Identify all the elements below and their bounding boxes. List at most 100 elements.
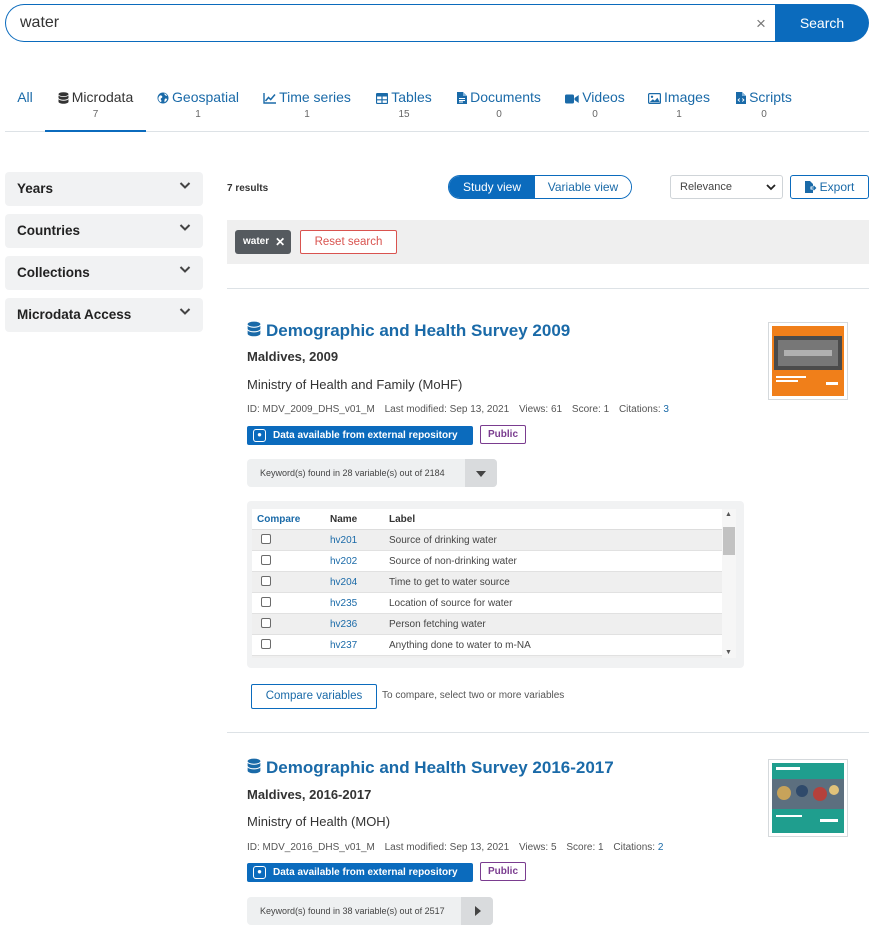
facet-collections[interactable]: Collections: [5, 256, 203, 290]
tab-tables[interactable]: Tables 15: [374, 86, 434, 132]
variable-label: Anything done to water to m-NA: [389, 640, 531, 651]
globe-icon: [157, 92, 169, 104]
study-score: Score: 1: [566, 842, 604, 853]
study-modified: Last modified: Sep 13, 2021: [384, 404, 510, 415]
clear-search-icon[interactable]: ×: [753, 15, 769, 32]
remove-filter-icon[interactable]: ✕: [275, 230, 285, 254]
compare-checkbox[interactable]: [261, 618, 271, 628]
caret-right-icon: [475, 906, 481, 916]
study-cover-thumbnail[interactable]: [768, 759, 848, 837]
chevron-down-icon: [179, 224, 191, 231]
external-repository-badge[interactable]: ● Data available from external repositor…: [247, 426, 473, 445]
expand-toggle: [461, 897, 493, 925]
tab-count: 1: [304, 109, 310, 120]
variable-name-link[interactable]: hv202: [330, 556, 357, 567]
label-column-header: Label: [389, 514, 416, 525]
table-scrollbar[interactable]: ▲ ▼: [722, 509, 736, 658]
keyword-variables-toggle[interactable]: Keyword(s) found in 28 variable(s) out o…: [247, 459, 497, 487]
external-repository-badge[interactable]: ● Data available from external repositor…: [247, 863, 473, 882]
results-count: 7 results: [227, 183, 269, 194]
tab-label: Documents: [470, 89, 541, 105]
study-citations-link[interactable]: 2: [658, 842, 664, 853]
study-cover-thumbnail[interactable]: [768, 322, 848, 400]
compare-checkbox[interactable]: [261, 639, 271, 649]
tab-scripts[interactable]: Scripts 0: [734, 86, 794, 132]
search-button[interactable]: Search: [775, 4, 869, 42]
scrollbar-thumb[interactable]: [723, 527, 735, 555]
facet-years[interactable]: Years: [5, 172, 203, 206]
line-chart-icon: [263, 93, 277, 104]
study-title-link[interactable]: Demographic and Health Survey 2016-2017: [247, 758, 614, 778]
filter-chip-label: water: [243, 236, 270, 247]
cover-image: [772, 326, 844, 396]
public-badge: Public: [480, 862, 527, 881]
study-title-link[interactable]: Demographic and Health Survey 2009: [247, 321, 570, 341]
tab-label: Tables: [391, 89, 432, 105]
study-meta: ID: MDV_2009_DHS_v01_M Last modified: Se…: [247, 404, 669, 415]
data-type-tabs: All Microdata 7 Geospatial 1 Time series…: [5, 86, 869, 132]
search-input[interactable]: [5, 4, 795, 42]
study-organization: Ministry of Health (MOH): [247, 814, 391, 829]
compare-checkbox[interactable]: [261, 534, 271, 544]
public-badge: Public: [480, 425, 527, 444]
facet-countries[interactable]: Countries: [5, 214, 203, 248]
variable-view-button[interactable]: Variable view: [535, 176, 631, 198]
keyword-variables-toggle[interactable]: Keyword(s) found in 38 variable(s) out o…: [247, 897, 493, 925]
export-button[interactable]: Export: [790, 175, 869, 199]
compare-checkbox[interactable]: [261, 576, 271, 586]
study-view-button[interactable]: Study view: [449, 176, 535, 198]
variable-name-link[interactable]: hv236: [330, 619, 357, 630]
table-row: hv202 Source of non-drinking water: [252, 551, 722, 572]
tab-images[interactable]: Images 1: [648, 86, 710, 132]
tab-time-series[interactable]: Time series 1: [263, 86, 351, 132]
divider: [227, 732, 869, 733]
compare-checkbox[interactable]: [261, 555, 271, 565]
scroll-down-icon[interactable]: ▼: [725, 649, 732, 656]
tab-all[interactable]: All: [15, 86, 35, 132]
tab-geospatial[interactable]: Geospatial 1: [157, 86, 239, 132]
tab-microdata[interactable]: Microdata 7: [45, 86, 146, 132]
tab-label: Time series: [279, 89, 351, 105]
variable-label: Location of source for water: [389, 598, 513, 609]
tab-documents[interactable]: Documents 0: [456, 86, 542, 132]
facet-microdata-access[interactable]: Microdata Access: [5, 298, 203, 332]
expand-toggle: [465, 459, 497, 487]
compare-variables-button[interactable]: Compare variables: [251, 684, 377, 709]
script-icon: [736, 92, 747, 104]
reset-search-button[interactable]: Reset search: [300, 230, 397, 254]
image-icon: [648, 93, 662, 105]
study-id: ID: MDV_2009_DHS_v01_M: [247, 404, 375, 415]
variable-name-link[interactable]: hv235: [330, 598, 357, 609]
study-title: Demographic and Health Survey 2009: [266, 321, 571, 340]
compare-checkbox[interactable]: [261, 597, 271, 607]
table-row: hv237 Anything done to water to m-NA: [252, 635, 722, 656]
tab-label: Microdata: [71, 89, 134, 105]
compare-column-header[interactable]: Compare: [257, 514, 300, 525]
table-icon: [376, 92, 389, 105]
chevron-down-icon: [179, 308, 191, 315]
facet-label: Countries: [17, 223, 81, 238]
export-label: Export: [819, 180, 855, 194]
study-citations-label: Citations:: [613, 842, 656, 853]
tab-count: 1: [195, 109, 201, 120]
sort-select[interactable]: Relevance: [670, 175, 783, 199]
tab-label: Images: [664, 89, 710, 105]
variable-name-link[interactable]: hv204: [330, 577, 357, 588]
chevron-down-icon: [179, 182, 191, 189]
variable-name-link[interactable]: hv237: [330, 640, 357, 651]
search-bar: × Search: [5, 4, 869, 42]
database-icon: [247, 321, 261, 337]
active-filters-bar: water ✕ Reset search: [227, 220, 869, 264]
table-row: hv235 Location of source for water: [252, 593, 722, 614]
divider: [227, 288, 869, 289]
study-meta: ID: MDV_2016_DHS_v01_M Last modified: Se…: [247, 842, 663, 853]
variable-name-link[interactable]: hv201: [330, 535, 357, 546]
tab-videos[interactable]: Videos 0: [563, 86, 627, 132]
keyword-summary: Keyword(s) found in 28 variable(s) out o…: [260, 468, 445, 478]
scroll-up-icon[interactable]: ▲: [725, 511, 732, 518]
access-label: Data available from external repository: [273, 430, 458, 441]
tab-count: 0: [496, 109, 502, 120]
study-citations-link[interactable]: 3: [663, 404, 669, 415]
name-column-header: Name: [330, 514, 358, 525]
database-icon: [247, 758, 261, 774]
